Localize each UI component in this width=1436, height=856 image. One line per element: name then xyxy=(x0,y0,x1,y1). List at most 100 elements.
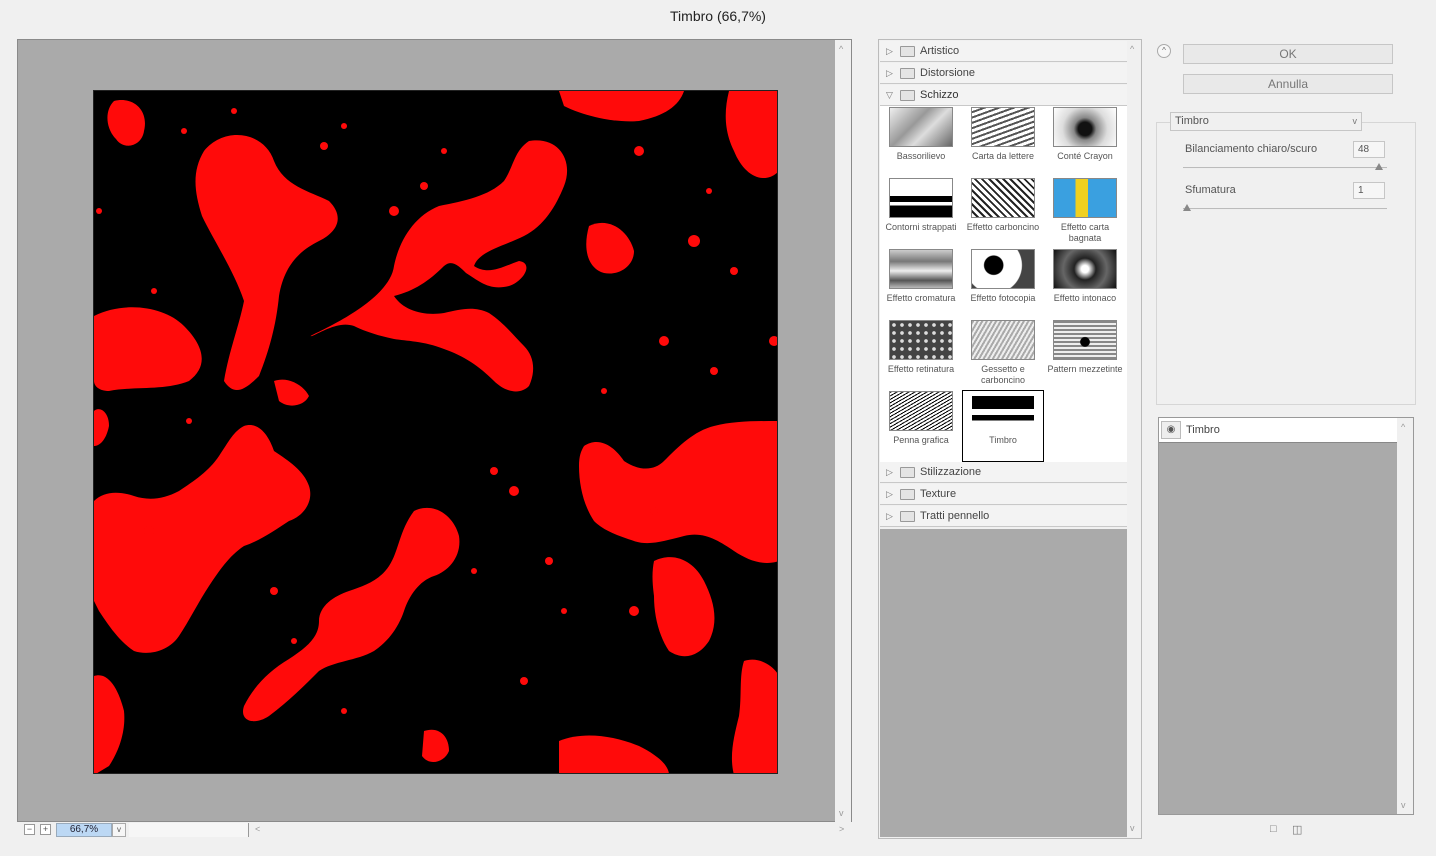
new-effect-layer-icon[interactable]: □ xyxy=(1270,823,1281,835)
filter-thumb-penna-grafica[interactable]: Penna grafica xyxy=(880,391,962,446)
filter-group-texture[interactable]: ▷ Texture xyxy=(880,484,1127,505)
filter-thumb-caption: Effetto intonaco xyxy=(1053,293,1117,303)
filter-thumb-timbro[interactable]: Timbro xyxy=(962,390,1044,462)
expand-triangle-icon[interactable]: ▷ xyxy=(886,511,893,522)
thumbnail-image xyxy=(1053,178,1117,218)
collapse-triangle-icon[interactable]: ▽ xyxy=(886,90,893,101)
light-dark-balance-slider[interactable] xyxy=(1183,163,1387,170)
filter-thumb-caption: Bassorilievo xyxy=(896,151,946,161)
slider-handle[interactable] xyxy=(1183,204,1192,211)
filter-thumb-caption: Effetto carboncino xyxy=(966,222,1040,232)
filter-group-artistico[interactable]: ▷ Artistico xyxy=(880,41,1127,62)
scroll-up-arrow-icon[interactable]: ^ xyxy=(839,44,843,54)
thumbnail-image xyxy=(971,249,1035,289)
expand-triangle-icon[interactable]: ▷ xyxy=(886,46,893,57)
zoom-out-button[interactable]: − xyxy=(24,824,35,835)
layers-scrollbar[interactable]: ^ v xyxy=(1397,418,1413,814)
thumbnail-image xyxy=(1053,107,1117,147)
filter-gallery-scrollbar[interactable]: ^ v xyxy=(1127,40,1141,838)
filter-thumb-effetto-fotocopia[interactable]: Effetto fotocopia xyxy=(962,249,1044,304)
filter-group-label: Schizzo xyxy=(920,89,959,101)
filter-thumb-caption: Carta da lettere xyxy=(971,151,1035,161)
filter-gallery-panel: ▷ Artistico ▷ Distorsione ▽ Schizzo Bass… xyxy=(878,39,1142,839)
trash-icon[interactable]: ◫ xyxy=(1292,823,1303,836)
window-title: Timbro (66,7%) xyxy=(670,8,766,24)
ok-button[interactable]: OK xyxy=(1183,44,1393,64)
filter-thumb-caption: Conté Crayon xyxy=(1057,151,1113,161)
filter-thumb-bassorilievo[interactable]: Bassorilievo xyxy=(880,107,962,162)
folder-icon xyxy=(900,46,915,57)
folder-icon xyxy=(900,68,915,79)
filter-thumb-effetto-intonaco[interactable]: Effetto intonaco xyxy=(1044,249,1126,304)
filter-group-schizzo[interactable]: ▽ Schizzo xyxy=(880,85,1127,106)
folder-open-icon xyxy=(900,90,915,101)
filter-thumb-gessetto-e-carboncino[interactable]: Gessetto e carboncino xyxy=(962,320,1044,386)
filter-thumb-caption: Pattern mezzetinte xyxy=(1047,364,1123,374)
slider-handle[interactable] xyxy=(1374,163,1383,170)
zoom-level-field[interactable]: 66,7% xyxy=(56,823,112,837)
filter-thumb-contorni-strappati[interactable]: Contorni strappati xyxy=(880,178,962,233)
effect-layer-row[interactable]: ◉ Timbro xyxy=(1159,418,1397,443)
thumbnail-image xyxy=(971,320,1035,360)
folder-icon xyxy=(900,511,915,522)
filter-preview-image[interactable] xyxy=(93,90,778,774)
filter-group-label: Artistico xyxy=(920,45,960,57)
thumbnail-image xyxy=(971,107,1035,147)
cancel-button[interactable]: Annulla xyxy=(1183,74,1393,94)
effect-layer-name: Timbro xyxy=(1186,424,1220,436)
preview-vertical-scrollbar[interactable]: ^ v xyxy=(835,40,851,823)
collapse-gallery-icon[interactable]: ^ xyxy=(1157,44,1171,58)
filter-thumb-effetto-retinatura[interactable]: Effetto retinatura xyxy=(880,320,962,375)
filter-select[interactable]: Timbro v xyxy=(1170,112,1362,131)
light-dark-balance-label: Bilanciamento chiaro/scuro xyxy=(1185,143,1318,155)
status-field xyxy=(129,823,249,837)
zoom-in-button[interactable]: + xyxy=(40,824,51,835)
thumbnail-image xyxy=(889,107,953,147)
thumbnail-image xyxy=(971,178,1035,218)
preview-zoom-bar: − + 66,7% v < > xyxy=(17,822,852,838)
zoom-dropdown-icon[interactable]: v xyxy=(112,823,126,837)
filter-thumb-caption: Effetto carta bagnata xyxy=(1060,222,1110,243)
thumbnail-image xyxy=(1053,320,1117,360)
filter-group-distorsione[interactable]: ▷ Distorsione xyxy=(880,63,1127,84)
expand-triangle-icon[interactable]: ▷ xyxy=(886,489,893,500)
filter-group-label: Distorsione xyxy=(920,67,976,79)
thumbnail-image xyxy=(889,391,953,431)
smoothness-slider[interactable] xyxy=(1183,204,1387,211)
effect-layers-list: ◉ Timbro ^ v xyxy=(1158,417,1414,815)
filter-thumb-pattern-mezzetinte[interactable]: Pattern mezzetinte xyxy=(1044,320,1126,375)
expand-triangle-icon[interactable]: ▷ xyxy=(886,68,893,79)
scroll-right-arrow-icon[interactable]: > xyxy=(839,824,844,834)
thumbnail-image xyxy=(1053,249,1117,289)
preview-canvas-area[interactable]: ^ v xyxy=(17,39,852,823)
scroll-up-arrow-icon[interactable]: ^ xyxy=(1130,44,1134,54)
filter-group-label: Texture xyxy=(920,488,957,500)
scroll-down-arrow-icon[interactable]: v xyxy=(1401,800,1406,810)
filter-thumb-effetto-carta-bagnata[interactable]: Effetto carta bagnata xyxy=(1044,178,1126,244)
thumbnail-image xyxy=(971,391,1035,431)
filter-thumb-carta-da-lettere[interactable]: Carta da lettere xyxy=(962,107,1044,162)
smoothness-input[interactable]: 1 xyxy=(1353,182,1385,199)
expand-triangle-icon[interactable]: ▷ xyxy=(886,467,893,478)
eye-visibility-icon[interactable]: ◉ xyxy=(1161,421,1181,439)
scroll-left-arrow-icon[interactable]: < xyxy=(255,824,260,834)
light-dark-balance-input[interactable]: 48 xyxy=(1353,141,1385,158)
settings-panel: ^ OK Annulla Timbro v Bilanciamento chia… xyxy=(1150,39,1420,839)
scroll-up-arrow-icon[interactable]: ^ xyxy=(1401,422,1405,432)
scroll-down-arrow-icon[interactable]: v xyxy=(839,808,844,818)
filter-group-stilizzazione[interactable]: ▷ Stilizzazione xyxy=(880,462,1127,483)
thumbnail-image xyxy=(889,249,953,289)
filter-thumb-conte-crayon[interactable]: Conté Crayon xyxy=(1044,107,1126,162)
scroll-down-arrow-icon[interactable]: v xyxy=(1130,823,1135,833)
smoothness-label: Sfumatura xyxy=(1185,184,1236,196)
filter-thumb-caption: Timbro xyxy=(989,435,1017,445)
thumbnail-image xyxy=(889,320,953,360)
filter-group-tratti-pennello[interactable]: ▷ Tratti pennello xyxy=(880,506,1127,527)
filter-group-label: Stilizzazione xyxy=(920,466,982,478)
filter-thumb-effetto-cromatura[interactable]: Effetto cromatura xyxy=(880,249,962,304)
filter-thumb-effetto-carboncino[interactable]: Effetto carboncino xyxy=(962,178,1044,233)
filter-select-value: Timbro xyxy=(1175,115,1209,127)
filter-thumb-caption: Effetto retinatura xyxy=(887,364,955,374)
filter-thumb-caption: Penna grafica xyxy=(893,435,949,445)
filter-gallery-empty-area xyxy=(880,529,1127,837)
